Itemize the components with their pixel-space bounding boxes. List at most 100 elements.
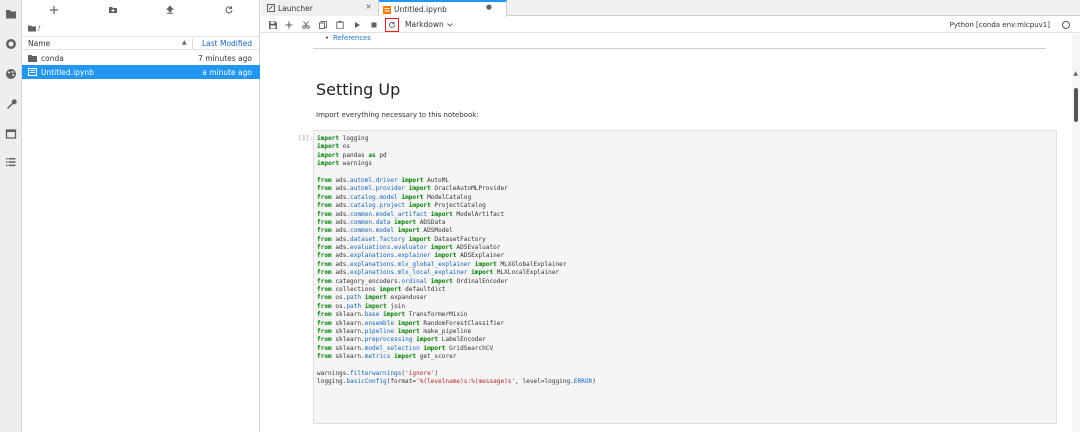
code-token: ads. xyxy=(331,235,351,243)
scroll-thumb[interactable] xyxy=(1074,88,1078,122)
code-token: OracleAutoMLProvider xyxy=(430,185,508,193)
paste-button[interactable] xyxy=(334,19,346,31)
code-token: from xyxy=(317,244,332,252)
code-line: from os.path import join xyxy=(317,303,596,311)
code-token: import xyxy=(394,218,417,226)
running-icon[interactable] xyxy=(3,36,19,52)
code-token: import xyxy=(394,353,417,361)
tab-untitled-ipynb[interactable]: Untitled.ipynb ● xyxy=(379,0,507,17)
code-token: common.model_artifact xyxy=(350,210,428,218)
upload-button[interactable] xyxy=(162,3,178,17)
code-token: ADSExplainer xyxy=(456,252,505,260)
code-token: import xyxy=(379,286,402,294)
code-token: from xyxy=(317,277,332,285)
wrench-icon[interactable] xyxy=(3,96,19,112)
code-token: ads. xyxy=(331,260,351,268)
kernel-status-icon xyxy=(1062,21,1070,29)
file-list-header: Name ▲ Last Modified xyxy=(22,36,260,50)
column-last-modified[interactable]: Last Modified xyxy=(202,39,252,48)
tab-launcher[interactable]: Launcher × xyxy=(261,0,379,16)
code-token: os. xyxy=(331,294,347,302)
plus-icon xyxy=(50,6,58,14)
restart-kernel-button[interactable] xyxy=(386,19,398,31)
folder-icon[interactable] xyxy=(28,25,36,32)
folder-icon[interactable] xyxy=(3,6,19,22)
code-token: from xyxy=(317,311,332,319)
sort-caret-icon: ▲ xyxy=(182,39,187,46)
column-name[interactable]: Name xyxy=(28,39,50,48)
save-button[interactable] xyxy=(267,19,279,31)
code-token: ERROR xyxy=(573,378,593,386)
close-icon[interactable]: × xyxy=(365,2,372,11)
code-token: import xyxy=(471,269,494,277)
file-modified: 7 minutes ago xyxy=(198,53,252,63)
code-token: (format= xyxy=(386,378,417,386)
code-line: from category_encoders.ordinal import Or… xyxy=(317,278,596,286)
code-token: logging. xyxy=(317,378,347,386)
code-token: import xyxy=(317,135,340,142)
palette-icon[interactable] xyxy=(3,66,19,82)
code-token: TransformerMixin xyxy=(405,311,468,319)
copy-button[interactable] xyxy=(317,19,329,31)
notebook-scrollbar[interactable]: ▲ xyxy=(1072,34,1080,432)
code-token: explanations.explainer xyxy=(350,252,431,260)
file-row-conda[interactable]: conda 7 minutes ago xyxy=(22,51,260,65)
folder-icon xyxy=(28,55,37,62)
code-token: path xyxy=(346,302,362,310)
code-line: from sklearn.metrics import get_scorer xyxy=(317,353,596,361)
code-token: import xyxy=(317,151,340,159)
code-text: import logging import os import pandas as … xyxy=(317,135,596,387)
list-icon[interactable] xyxy=(3,154,19,170)
new-launcher-button[interactable] xyxy=(46,3,62,17)
code-token: ) xyxy=(434,369,439,377)
file-row-untitled-ipynb[interactable]: Untitled.ipynb a minute ago xyxy=(22,65,260,79)
notebook-toolbar: Markdown Python [conda env:mlcpuv1] xyxy=(261,17,1080,33)
code-token: ads. xyxy=(331,244,351,252)
file-name: conda xyxy=(41,53,64,63)
code-token: sklearn. xyxy=(331,311,365,319)
save-icon xyxy=(269,21,277,29)
code-token: ads. xyxy=(331,185,351,193)
references-list-item: • References xyxy=(325,34,371,42)
insert-cell-button[interactable] xyxy=(283,19,295,31)
code-token: import xyxy=(423,344,446,352)
kernel-name[interactable]: Python [conda env:mlcpuv1] xyxy=(950,21,1050,29)
new-folder-icon xyxy=(109,7,117,13)
code-token: import xyxy=(474,260,497,268)
code-token: from xyxy=(317,319,332,327)
cut-button[interactable] xyxy=(300,19,312,31)
refresh-button[interactable] xyxy=(221,3,237,17)
code-token: import xyxy=(397,227,420,235)
code-line: from ads.explanations.mlx_local_explaine… xyxy=(317,269,596,277)
window-icon[interactable] xyxy=(3,126,19,142)
code-token: from xyxy=(317,353,332,361)
new-folder-button[interactable] xyxy=(105,3,121,17)
code-cell-editor[interactable]: import logging import os import pandas as … xyxy=(313,130,1057,424)
code-token: import xyxy=(317,160,340,168)
run-button[interactable] xyxy=(351,19,363,31)
code-token: common.data xyxy=(350,218,391,226)
code-token: preprocessing xyxy=(364,336,413,344)
breadcrumb-root[interactable]: / xyxy=(38,24,40,32)
code-token: from xyxy=(317,202,332,210)
code-token: pipeline xyxy=(364,327,395,335)
unsaved-dot-icon[interactable]: ● xyxy=(486,3,492,11)
code-token: GridSearchCV xyxy=(445,344,494,352)
cell-type-select[interactable]: Markdown xyxy=(405,20,453,29)
interrupt-button[interactable] xyxy=(368,19,380,31)
code-token: import xyxy=(434,252,457,260)
code-token: from xyxy=(317,302,332,310)
code-token: 'ignore' xyxy=(405,369,435,377)
code-token: explanations.mlx_local_explainer xyxy=(350,269,468,277)
code-token: MLXLocalExplainer xyxy=(493,269,560,277)
code-token: pandas xyxy=(339,151,369,159)
scroll-up-icon[interactable]: ▲ xyxy=(1073,70,1078,77)
code-token: make_pipeline xyxy=(419,327,472,335)
references-link[interactable]: References xyxy=(333,34,371,42)
code-token: ads. xyxy=(331,252,351,260)
cell-type-value: Markdown xyxy=(405,20,444,29)
code-line: warnings.filterwarnings('ignore') xyxy=(317,370,596,378)
code-token: from xyxy=(317,185,332,193)
code-token: ADSEvaluator xyxy=(452,244,501,252)
code-token: pd xyxy=(375,151,387,159)
